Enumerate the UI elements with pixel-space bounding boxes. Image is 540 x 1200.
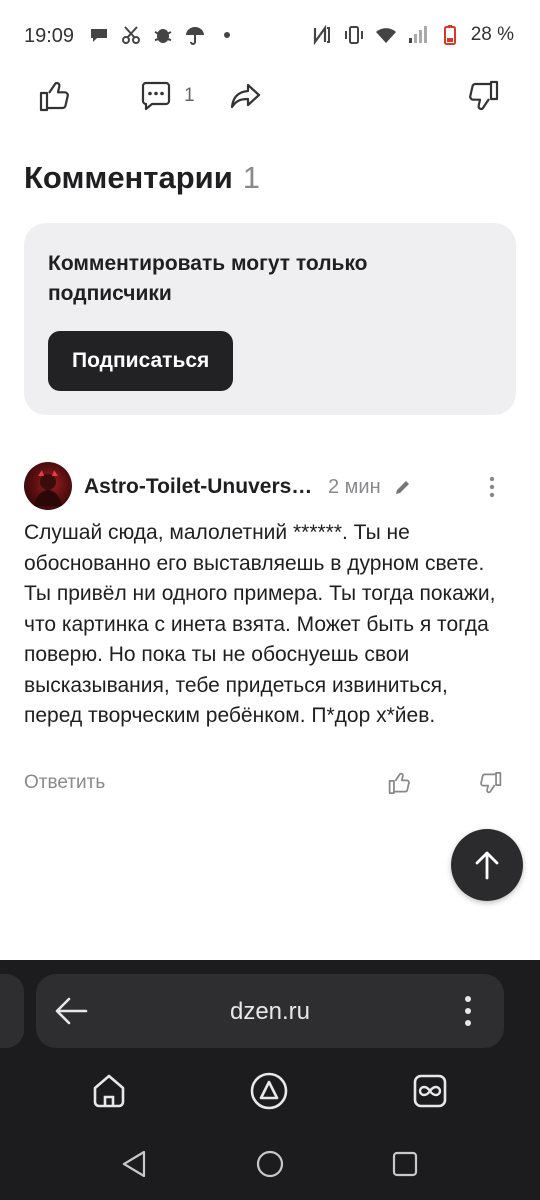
comments-button[interactable]: 1 xyxy=(138,74,195,118)
nfc-icon xyxy=(311,24,333,46)
wifi-icon xyxy=(375,24,397,46)
status-bar: 19:09 28 % xyxy=(0,0,540,74)
avatar[interactable] xyxy=(24,462,72,510)
message-icon xyxy=(88,24,110,46)
more-vertical-icon[interactable] xyxy=(482,474,502,500)
reply-button[interactable]: Ответить xyxy=(24,772,105,794)
share-arrow-icon xyxy=(230,83,261,109)
share-button[interactable] xyxy=(228,74,264,118)
comments-count: 1 xyxy=(242,160,261,195)
subscribe-card: Комментировать могут только подписчики П… xyxy=(24,223,516,415)
dot-icon xyxy=(216,24,238,46)
comment-count: 1 xyxy=(184,85,195,106)
services-icon[interactable] xyxy=(412,1073,448,1109)
comment-text: Слушай сюда, малолетний ******. Ты не об… xyxy=(24,521,496,727)
thumbs-up-icon xyxy=(39,81,69,112)
battery-icon xyxy=(439,24,461,46)
system-back-icon[interactable] xyxy=(120,1149,150,1179)
home-icon[interactable] xyxy=(90,1072,128,1110)
comment-dislike-icon[interactable] xyxy=(478,770,504,796)
subscribe-button[interactable]: Подписаться xyxy=(48,331,234,391)
comment-author[interactable]: Astro-Toilet-Unuversity xyxy=(84,475,314,499)
system-home-icon[interactable] xyxy=(255,1149,285,1179)
scissors-icon xyxy=(120,24,142,46)
article-action-row: 1 xyxy=(0,74,540,118)
battery-percent: 28 % xyxy=(470,24,514,45)
signal-icon xyxy=(407,24,429,46)
system-recents-icon[interactable] xyxy=(391,1150,419,1178)
comment-time: 2 мин xyxy=(328,476,381,498)
previous-tab-preview[interactable] xyxy=(0,974,24,1048)
url-text[interactable]: dzen.ru xyxy=(36,998,504,1026)
status-time: 19:09 xyxy=(24,25,75,47)
scroll-to-top-button[interactable] xyxy=(451,829,523,901)
umbrella-icon xyxy=(184,24,206,46)
comment-icon xyxy=(141,81,171,111)
arrow-up-icon xyxy=(475,851,499,880)
browser-menu-icon[interactable] xyxy=(460,994,476,1028)
comment-like-icon[interactable] xyxy=(386,770,412,796)
subscribe-notice: Комментировать могут только подписчики xyxy=(48,252,368,305)
thumbs-down-icon xyxy=(469,80,499,111)
vibrate-icon xyxy=(343,24,365,46)
comments-heading: Комментарии 1 xyxy=(24,160,260,196)
like-button[interactable] xyxy=(36,74,72,118)
dislike-button[interactable] xyxy=(466,74,502,118)
alice-assistant-icon[interactable] xyxy=(249,1071,289,1111)
address-bar[interactable]: dzen.ru xyxy=(36,974,504,1048)
bug-icon xyxy=(152,24,174,46)
comments-title: Комментарии xyxy=(24,160,233,195)
pencil-icon xyxy=(394,478,412,496)
